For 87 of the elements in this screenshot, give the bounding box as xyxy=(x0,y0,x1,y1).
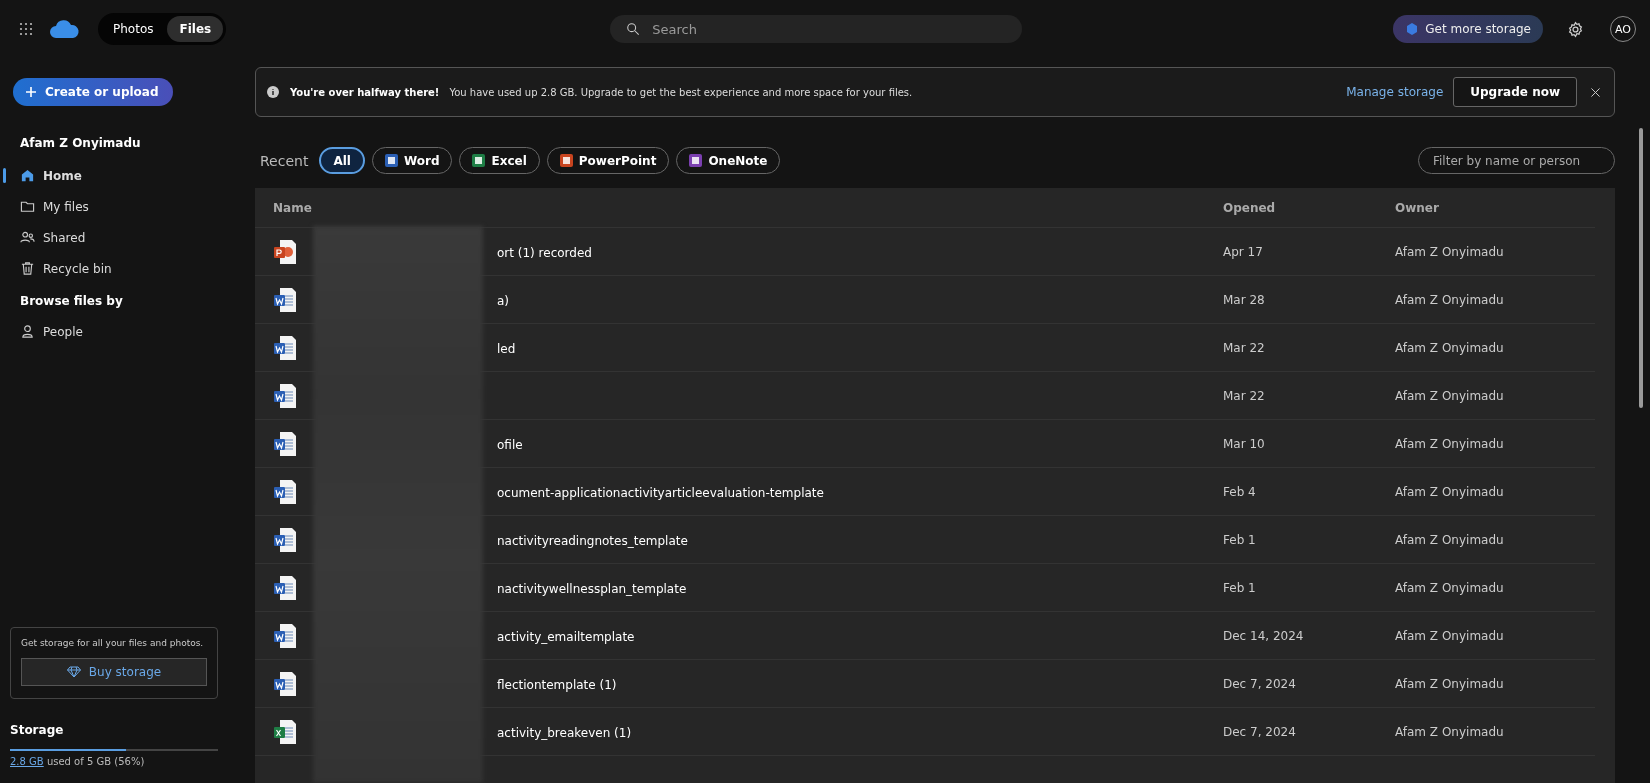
nav-item[interactable]: Shared xyxy=(3,222,218,253)
file-name[interactable]: nactivitywellnessplan_template xyxy=(497,581,687,596)
banner-message: You have used up 2.8 GB. Upgrade to get the best experience and more space for your files. xyxy=(449,86,913,98)
search-icon xyxy=(626,22,641,36)
owner-name: Afam Z Onyimadu xyxy=(1394,676,1505,691)
filter-chip[interactable]: OneNote xyxy=(676,147,781,174)
file-name[interactable]: activity_emailtemplate xyxy=(497,629,635,644)
nav-item[interactable]: My files xyxy=(3,191,218,222)
get-more-storage-button[interactable]: Get more storage xyxy=(1393,15,1543,43)
filter-chip[interactable]: Word xyxy=(371,147,453,174)
file-name[interactable]: activity_breakeven (1) xyxy=(497,725,632,740)
buy-storage-button[interactable]: Buy storage xyxy=(21,658,207,686)
owner-name: Afam Z Onyimadu xyxy=(1394,484,1505,499)
word-document-icon xyxy=(273,286,297,313)
owner-name: Afam Z Onyimadu xyxy=(1394,388,1505,403)
nav-item[interactable]: People xyxy=(3,316,218,347)
filter-chip[interactable]: Excel xyxy=(459,147,540,174)
column-header[interactable]: Owner xyxy=(1377,200,1595,215)
plus-icon xyxy=(25,86,37,98)
file-name[interactable]: a) xyxy=(497,293,510,308)
nav-item[interactable]: Home xyxy=(3,160,218,191)
used-storage-link[interactable]: 2.8 GB xyxy=(10,756,44,767)
opened-date: Apr 17 xyxy=(1222,244,1264,259)
opened-date: Mar 22 xyxy=(1222,340,1266,355)
file-name[interactable]: ocument-applicationactivityarticleevaluation-template xyxy=(497,485,824,500)
owner-name: Afam Z Onyimadu xyxy=(1394,436,1505,451)
view-tab[interactable]: Files xyxy=(167,16,224,42)
view-tab[interactable]: Photos xyxy=(101,16,166,42)
owner-name: Afam Z Onyimadu xyxy=(1394,244,1505,259)
opened-date: Feb 4 xyxy=(1222,484,1257,499)
word-document-icon xyxy=(273,526,297,553)
owner-name: Afam Z Onyimadu xyxy=(1394,580,1505,595)
word-document-icon xyxy=(273,574,297,601)
column-header[interactable]: Opened xyxy=(1205,200,1377,215)
recent-label: Recent xyxy=(260,152,309,169)
filter-chip[interactable]: All xyxy=(319,147,365,174)
owner-name: Afam Z Onyimadu xyxy=(1394,292,1505,307)
people-icon xyxy=(20,230,35,245)
opened-date: Dec 7, 2024 xyxy=(1222,724,1297,739)
storage-heading: Storage xyxy=(10,723,65,737)
file-name[interactable]: ort (1) recorded xyxy=(497,245,592,260)
owner-name: Afam Z Onyimadu xyxy=(1394,724,1505,739)
file-name[interactable]: led xyxy=(497,341,516,356)
home-icon xyxy=(20,168,35,183)
filter-field[interactable]: Filter by name or person xyxy=(1418,147,1615,174)
manage-storage-link[interactable]: Manage storage xyxy=(1346,85,1444,99)
word-document-icon xyxy=(273,334,297,361)
info-icon xyxy=(266,85,280,99)
cloud-logo-icon xyxy=(48,19,80,39)
owner-name: Afam Z Onyimadu xyxy=(1394,532,1505,547)
opened-date: Feb 1 xyxy=(1222,580,1257,595)
word-document-icon xyxy=(273,670,297,697)
opened-date: Mar 22 xyxy=(1222,388,1266,403)
presentation-icon xyxy=(273,238,297,265)
upgrade-now-button[interactable]: Upgrade now xyxy=(1453,77,1577,107)
promo-text: Get storage for all your files and photos. xyxy=(21,638,205,648)
file-name[interactable]: flectiontemplate (1) xyxy=(497,677,617,692)
word-document-icon xyxy=(273,382,297,409)
close-icon xyxy=(1589,85,1602,99)
trash-icon xyxy=(20,261,35,276)
banner-title: You're over halfway there! xyxy=(290,86,440,98)
filter-chip[interactable]: PowerPoint xyxy=(546,147,670,174)
folder-icon xyxy=(20,199,35,214)
settings-icon xyxy=(1567,20,1584,38)
person-icon xyxy=(20,324,35,339)
opened-date: Dec 14, 2024 xyxy=(1222,628,1305,643)
opened-date: Dec 7, 2024 xyxy=(1222,676,1297,691)
scrollbar-thumb[interactable] xyxy=(1639,128,1643,408)
owner-name: Afam Z Onyimadu xyxy=(1394,340,1505,355)
opened-date: Mar 28 xyxy=(1222,292,1266,307)
opened-date: Feb 1 xyxy=(1222,532,1257,547)
word-document-icon xyxy=(273,622,297,649)
nav-item[interactable]: Recycle bin xyxy=(3,253,218,284)
storage-usage-text: 2.8 GB used of 5 GB (56%) xyxy=(10,756,146,767)
owner-name: Afam Z Onyimadu xyxy=(1394,628,1505,643)
word-document-icon xyxy=(273,478,297,505)
spreadsheet-icon xyxy=(273,718,297,745)
word-document-icon xyxy=(273,430,297,457)
file-name[interactable]: ofile xyxy=(497,437,523,452)
search-field[interactable]: Search xyxy=(610,15,1023,43)
opened-date: Mar 10 xyxy=(1222,436,1266,451)
account-name: Afam Z Onyimadu xyxy=(20,136,142,150)
file-name[interactable]: nactivityreadingnotes_template xyxy=(497,533,688,548)
create-upload-button[interactable]: Create or upload xyxy=(13,78,173,106)
column-header[interactable]: Name xyxy=(255,200,1205,215)
section-heading: Browse files by xyxy=(20,294,124,308)
app-launcher-icon xyxy=(18,21,34,37)
